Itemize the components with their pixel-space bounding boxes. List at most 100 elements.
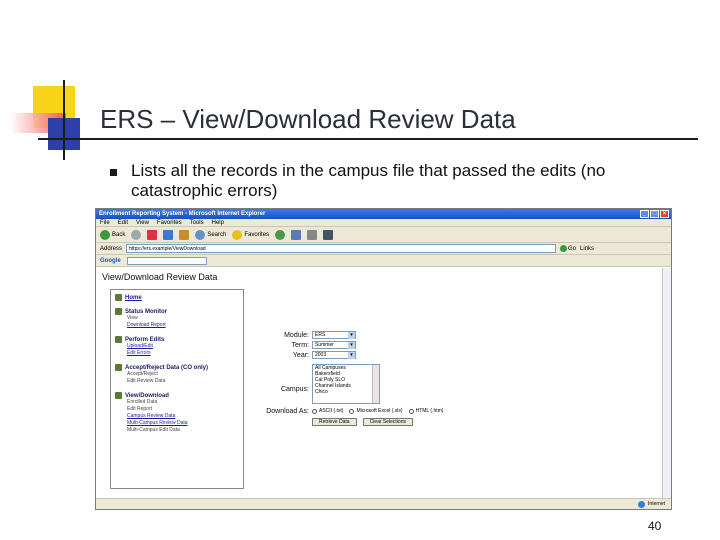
browser-window: Enrollment Reporting System - Microsoft … (95, 208, 672, 510)
forward-arrow-icon[interactable] (131, 229, 142, 240)
toolbar: Back Search Favorites (96, 227, 671, 243)
menu-tools[interactable]: Tools (190, 220, 204, 226)
google-search-input[interactable] (126, 256, 207, 265)
menu-view[interactable]: View (136, 220, 149, 226)
decor-vertical-line (63, 80, 65, 160)
nav-home-link[interactable]: Home (115, 294, 239, 301)
search-button[interactable]: Search (195, 229, 226, 240)
window-title: Enrollment Reporting System - Microsoft … (99, 211, 266, 217)
house-icon (115, 294, 122, 301)
nav-multi-campus-review-data[interactable]: Multi-Campus Review Data (115, 420, 239, 427)
nav-view-download-head: View/Download (115, 392, 239, 399)
term-row: Term: Summer ▾ (246, 340, 506, 350)
nav-group-status-monitor: Status Monitor View Download Report (115, 308, 239, 329)
campus-row: Campus: All Campuses Bakersfield Cal Pol… (246, 364, 506, 404)
term-label: Term: (291, 341, 310, 349)
campus-scrollbar[interactable] (372, 365, 379, 403)
menu-favorites[interactable]: Favorites (157, 220, 182, 226)
nav-status-download-report[interactable]: Download Report (115, 322, 239, 329)
download-option-txt[interactable]: ASCII (.txt) (312, 408, 343, 414)
back-arrow-icon (100, 229, 110, 240)
year-select[interactable]: 2003 ▾ (312, 351, 356, 359)
menu-bar: File Edit View Favorites Tools Help (96, 219, 671, 227)
page-content: View/Download Review Data Home Status Mo… (96, 268, 663, 499)
mail-icon[interactable] (291, 229, 302, 240)
nav-perform-edits-head: Perform Edits (115, 336, 239, 343)
page-number: 40 (648, 519, 662, 533)
download-option-xls[interactable]: Microsoft Excel (.xls) (349, 408, 403, 414)
refresh-icon[interactable] (163, 229, 174, 240)
go-button[interactable]: Go (560, 245, 576, 252)
stop-icon[interactable] (147, 229, 158, 240)
home-icon[interactable] (179, 229, 190, 240)
links-label[interactable]: Links (580, 246, 594, 252)
edit-icon (115, 336, 122, 343)
module-row: Module: ERS ▾ (246, 330, 506, 340)
window-titlebar: Enrollment Reporting System - Microsoft … (96, 209, 671, 219)
maximize-button[interactable]: □ (650, 210, 659, 218)
menu-file[interactable]: File (100, 220, 110, 226)
nav-edit-errors[interactable]: Edit Errors (115, 350, 239, 357)
go-arrow-icon (560, 245, 568, 252)
nav-group-perform-edits: Perform Edits Upload/Edit Edit Errors (115, 336, 239, 357)
download-label: Download As: (266, 407, 309, 415)
title-underline (38, 138, 698, 140)
status-zone: Internet (648, 501, 665, 507)
nav-upload-edit[interactable]: Upload/Edit (115, 343, 239, 350)
monitor-icon (115, 308, 122, 315)
address-input[interactable]: https://ers.example/ViewDownload (126, 244, 557, 253)
campus-option[interactable]: Chico (315, 389, 379, 395)
menu-help[interactable]: Help (212, 220, 224, 226)
term-select[interactable]: Summer ▾ (312, 341, 356, 349)
nav-status-monitor-head: Status Monitor (115, 308, 239, 315)
campus-label: Campus: (280, 386, 309, 393)
print-icon[interactable] (307, 229, 318, 240)
chevron-down-icon: ▾ (348, 331, 355, 339)
nav-enrolled-data[interactable]: Enrolled Data (115, 399, 239, 406)
year-label: Year: (292, 351, 309, 359)
bullet-marker (110, 169, 117, 176)
status-bar: Internet (96, 498, 671, 509)
nav-accept-reject-head: Accept/Reject Data (CO only) (115, 364, 239, 371)
nav-status-view[interactable]: View (115, 315, 239, 322)
retrieve-data-button[interactable]: Retrieve Data (312, 418, 357, 426)
nav-edit-report[interactable]: Edit Report (115, 406, 239, 413)
nav-group-accept-reject: Accept/Reject Data (CO only) Accept/Reje… (115, 364, 239, 385)
edit-icon[interactable] (323, 229, 334, 240)
clear-selections-button[interactable]: Clear Selections (362, 418, 413, 426)
menu-edit[interactable]: Edit (118, 220, 128, 226)
radio-icon (408, 408, 414, 414)
checkmark-icon (115, 364, 122, 371)
nav-group-view-download: View/Download Enrolled Data Edit Report … (115, 392, 239, 434)
nav-campus-review-data[interactable]: Campus Review Data (115, 413, 239, 420)
form-buttons: Retrieve Data Clear Selections (246, 418, 506, 426)
nav-accept-reject[interactable]: Accept/Reject (115, 371, 239, 378)
google-toolbar: Google (96, 255, 671, 267)
search-icon (195, 229, 206, 240)
page-heading: View/Download Review Data (102, 272, 218, 282)
favorites-button[interactable]: Favorites (232, 229, 269, 240)
nav-multi-campus-edit-data[interactable]: Multi-Campus Edit Data (115, 427, 239, 434)
review-form: Module: ERS ▾ Term: Summer ▾ Year: 2003 … (246, 330, 506, 426)
vertical-scrollbar[interactable] (662, 268, 671, 499)
nav-panel: Home Status Monitor View Download Report… (110, 289, 244, 489)
minimize-button[interactable]: _ (640, 210, 649, 218)
year-row: Year: 2003 ▾ (246, 350, 506, 360)
radio-icon (312, 408, 317, 414)
download-row: Download As: ASCII (.txt) Microsoft Exce… (246, 406, 506, 416)
campus-listbox[interactable]: All Campuses Bakersfield Cal Poly SLO Ch… (312, 364, 380, 404)
bullet-text: Lists all the records in the campus file… (131, 161, 606, 200)
star-icon (232, 229, 243, 240)
radio-icon (349, 408, 355, 414)
module-select[interactable]: ERS ▾ (312, 331, 356, 339)
download-option-htm[interactable]: HTML (.htm) (408, 408, 443, 414)
nav-group-home: Home (115, 294, 239, 301)
history-icon[interactable] (275, 229, 286, 240)
module-label: Module: (284, 331, 309, 339)
chevron-down-icon: ▾ (348, 351, 355, 359)
slide-title: ERS – View/Download Review Data (100, 104, 516, 134)
nav-edit-review-data[interactable]: Edit Review Data (115, 378, 239, 385)
back-button[interactable]: Back (100, 229, 125, 240)
address-bar: Address https://ers.example/ViewDownload… (96, 243, 671, 255)
close-button[interactable]: × (660, 210, 669, 218)
